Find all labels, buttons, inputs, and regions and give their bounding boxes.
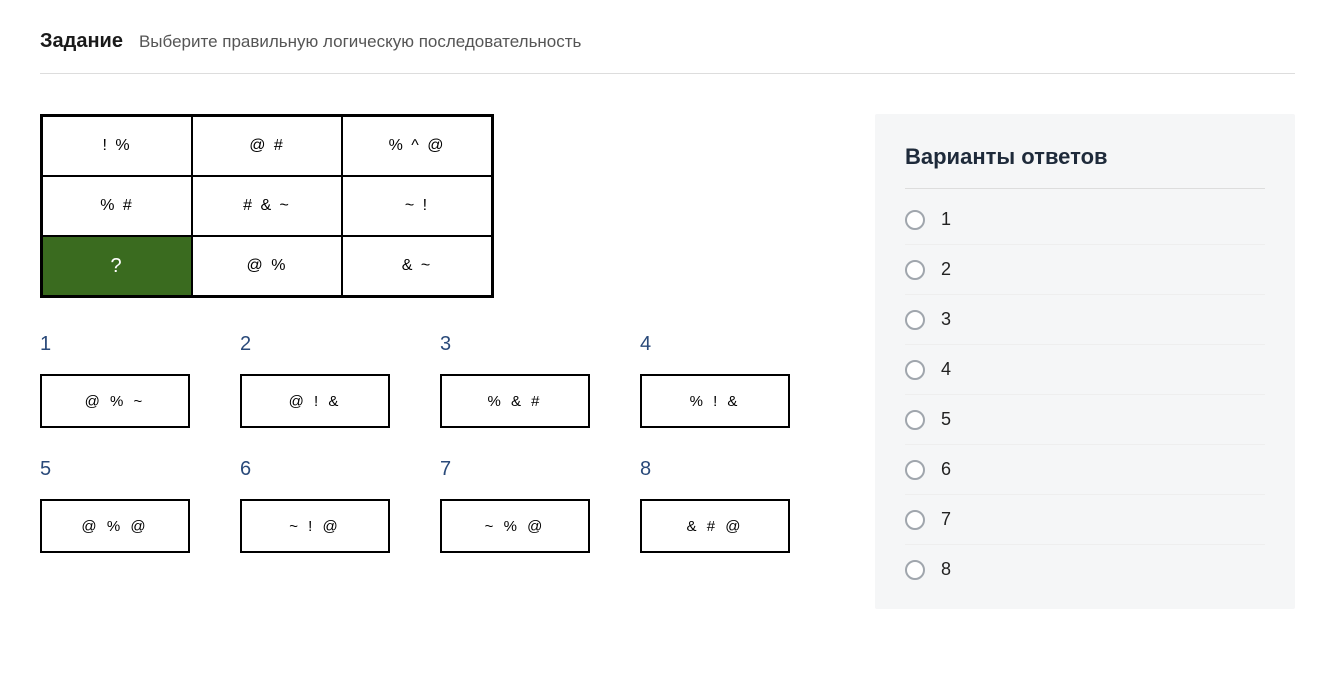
option-number: 8 — [640, 458, 810, 481]
answer-row[interactable]: 4 — [905, 345, 1265, 395]
grid-cell: % # — [42, 176, 192, 236]
option-number: 3 — [440, 333, 610, 356]
answer-label: 8 — [941, 559, 951, 580]
option-box: & # @ — [640, 499, 790, 553]
answer-row[interactable]: 2 — [905, 245, 1265, 295]
option-box: ~ ! @ — [240, 499, 390, 553]
option-number: 5 — [40, 458, 210, 481]
task-header: Задание Выберите правильную логическую п… — [40, 30, 1295, 53]
option-block: 4 % ! & — [640, 333, 810, 428]
answer-row[interactable]: 1 — [905, 195, 1265, 245]
option-box: % & # — [440, 374, 590, 428]
option-box: % ! & — [640, 374, 790, 428]
grid-cell: ~ ! — [342, 176, 492, 236]
answer-label: 4 — [941, 359, 951, 380]
answer-row[interactable]: 8 — [905, 545, 1265, 594]
answer-row[interactable]: 6 — [905, 445, 1265, 495]
grid-cell: # & ~ — [192, 176, 342, 236]
radio-button[interactable] — [905, 310, 925, 330]
option-block: 6 ~ ! @ — [240, 458, 410, 553]
option-box: ~ % @ — [440, 499, 590, 553]
grid-cell-unknown: ? — [42, 236, 192, 296]
grid-cell: & ~ — [342, 236, 492, 296]
answers-divider — [905, 188, 1265, 189]
answer-label: 6 — [941, 459, 951, 480]
option-block: 2 @ ! & — [240, 333, 410, 428]
answer-options-grid: 1 @ % ~ 2 @ ! & 3 % & # 4 % ! & 5 @ % @ … — [40, 333, 835, 553]
grid-cell: @ % — [192, 236, 342, 296]
answer-row[interactable]: 5 — [905, 395, 1265, 445]
answer-label: 3 — [941, 309, 951, 330]
answer-label: 2 — [941, 259, 951, 280]
radio-button[interactable] — [905, 460, 925, 480]
option-box: @ % ~ — [40, 374, 190, 428]
task-subtitle: Выберите правильную логическую последова… — [139, 32, 581, 52]
grid-cell: ! % — [42, 116, 192, 176]
answer-row[interactable]: 7 — [905, 495, 1265, 545]
radio-button[interactable] — [905, 260, 925, 280]
answer-label: 1 — [941, 209, 951, 230]
option-number: 1 — [40, 333, 210, 356]
header-divider — [40, 73, 1295, 74]
option-box: @ % @ — [40, 499, 190, 553]
radio-button[interactable] — [905, 560, 925, 580]
option-number: 6 — [240, 458, 410, 481]
option-block: 1 @ % ~ — [40, 333, 210, 428]
option-block: 5 @ % @ — [40, 458, 210, 553]
radio-button[interactable] — [905, 510, 925, 530]
grid-cell: @ # — [192, 116, 342, 176]
answers-panel: Варианты ответов 1 2 3 4 5 6 7 — [875, 114, 1295, 609]
answer-row[interactable]: 3 — [905, 295, 1265, 345]
answer-label: 5 — [941, 409, 951, 430]
grid-cell: % ^ @ — [342, 116, 492, 176]
radio-button[interactable] — [905, 210, 925, 230]
task-title: Задание — [40, 30, 123, 53]
answers-title: Варианты ответов — [905, 144, 1265, 170]
option-block: 3 % & # — [440, 333, 610, 428]
option-box: @ ! & — [240, 374, 390, 428]
option-number: 2 — [240, 333, 410, 356]
radio-button[interactable] — [905, 410, 925, 430]
radio-button[interactable] — [905, 360, 925, 380]
option-block: 7 ~ % @ — [440, 458, 610, 553]
main-area: ! % @ # % ^ @ % # # & ~ ~ ! ? @ % & ~ 1 … — [40, 114, 1295, 609]
option-number: 7 — [440, 458, 610, 481]
option-number: 4 — [640, 333, 810, 356]
puzzle-grid: ! % @ # % ^ @ % # # & ~ ~ ! ? @ % & ~ — [40, 114, 494, 298]
answer-label: 7 — [941, 509, 951, 530]
option-block: 8 & # @ — [640, 458, 810, 553]
left-content: ! % @ # % ^ @ % # # & ~ ~ ! ? @ % & ~ 1 … — [40, 114, 835, 553]
